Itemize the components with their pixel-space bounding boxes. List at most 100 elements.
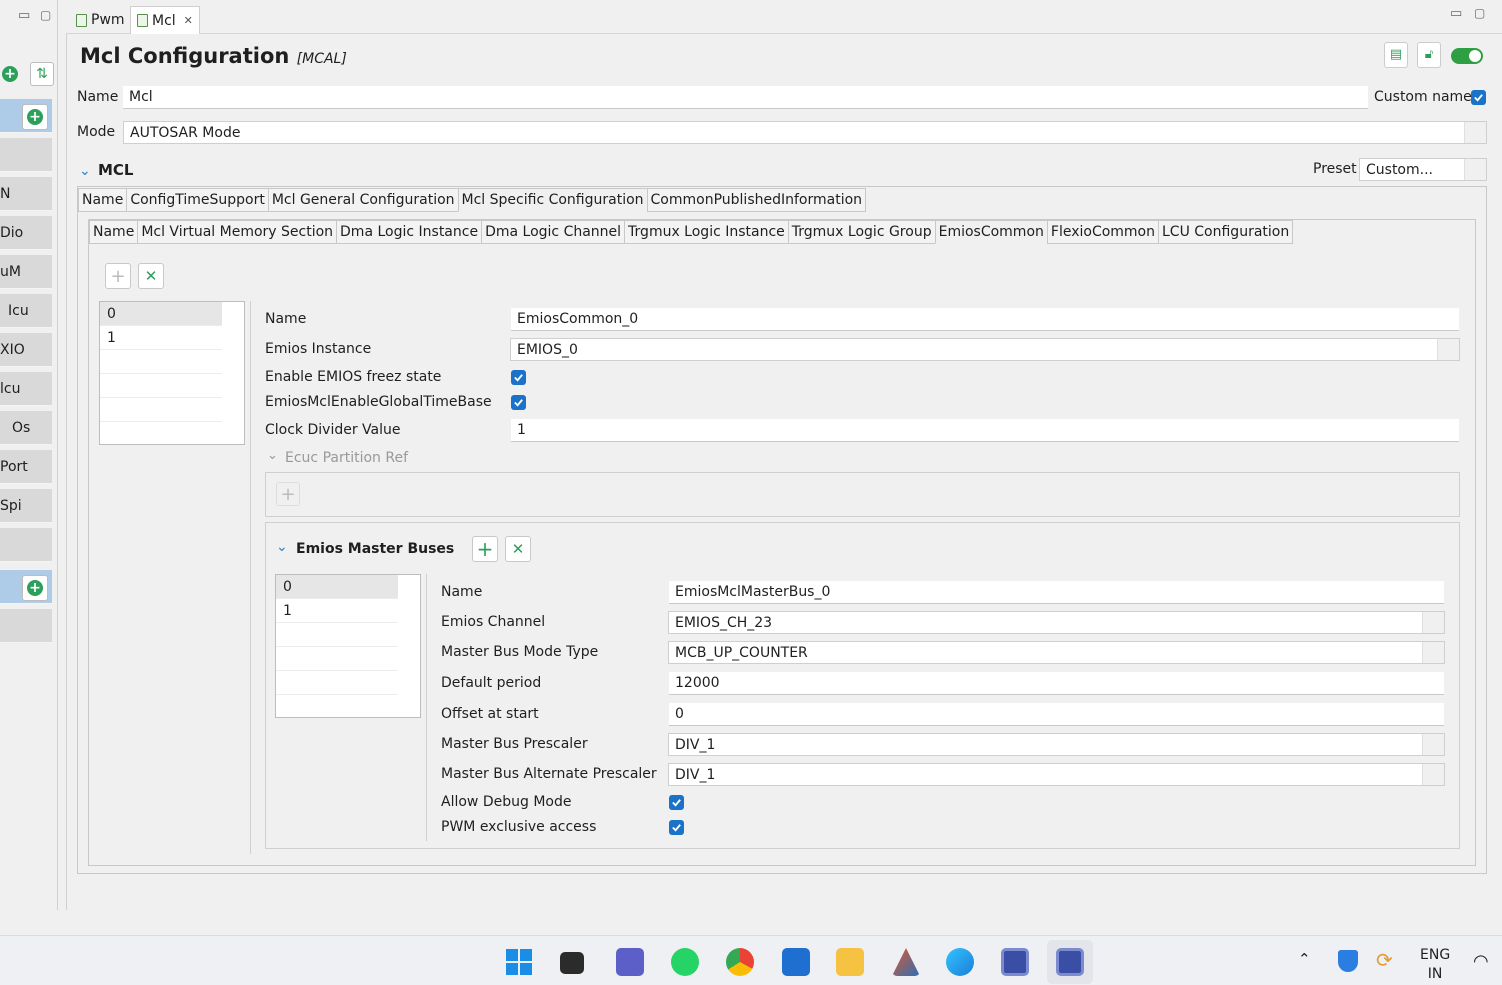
tab-trgmux-logic-group[interactable]: Trgmux Logic Group: [787, 220, 935, 244]
dropdown-icon[interactable]: [1422, 734, 1444, 755]
list-item: [276, 647, 398, 671]
tab-common-published-information[interactable]: CommonPublishedInformation: [646, 188, 867, 212]
maximize-icon[interactable]: ▢: [1474, 6, 1485, 20]
dropdown-icon[interactable]: [1422, 764, 1444, 785]
language-indicator[interactable]: ENG IN: [1420, 946, 1450, 984]
security-shield-icon[interactable]: [1338, 950, 1358, 972]
left-nav-item-xio[interactable]: XIO: [0, 333, 52, 367]
close-icon[interactable]: ✕: [184, 8, 193, 34]
tab-dma-logic-channel[interactable]: Dma Logic Channel: [481, 220, 625, 244]
delete-icon[interactable]: ✕: [505, 536, 531, 562]
list-item[interactable]: 1: [276, 599, 398, 623]
left-nav-item-um[interactable]: uM: [0, 255, 52, 289]
left-nav-item-lcu[interactable]: lcu: [0, 372, 52, 406]
mode-select[interactable]: AUTOSAR Mode: [123, 121, 1487, 144]
emios-channel-select[interactable]: EMIOS_CH_23: [668, 611, 1445, 634]
offset-field[interactable]: 0: [669, 703, 1444, 726]
tab-name[interactable]: Name: [78, 188, 127, 212]
tab-flexio-common[interactable]: FlexioCommon: [1046, 220, 1158, 244]
minimize-icon[interactable]: ▭: [18, 8, 30, 23]
prescaler-select[interactable]: DIV_1: [668, 733, 1445, 756]
bus-mode-select[interactable]: MCB_UP_COUNTER: [668, 641, 1445, 664]
edge-icon[interactable]: [946, 948, 974, 976]
list-item[interactable]: 1: [100, 326, 222, 350]
file-icon: [76, 13, 87, 27]
windows-start-icon[interactable]: [505, 948, 533, 976]
tab-mcl-virtual-memory-section[interactable]: Mcl Virtual Memory Section: [137, 220, 337, 244]
tab-mcl-general-configuration[interactable]: Mcl General Configuration: [267, 188, 458, 212]
tab-config-time-support[interactable]: ConfigTimeSupport: [126, 188, 268, 212]
list-item[interactable]: 0: [276, 575, 398, 599]
chevron-down-icon[interactable]: ⌄: [79, 163, 91, 179]
dropdown-icon[interactable]: [1464, 122, 1486, 143]
add-module-button[interactable]: +: [22, 575, 48, 601]
emios-name-field[interactable]: EmiosCommon_0: [511, 308, 1459, 331]
tab-pwm[interactable]: Pwm: [70, 6, 131, 34]
tab-lcu-configuration[interactable]: LCU Configuration: [1158, 220, 1294, 244]
store-icon[interactable]: [782, 948, 810, 976]
preset-select[interactable]: Custom...: [1359, 158, 1487, 181]
task-view-icon[interactable]: [560, 952, 584, 974]
bus-name-field[interactable]: EmiosMclMasterBus_0: [669, 581, 1444, 604]
document-icon[interactable]: ▤: [1384, 42, 1408, 68]
emios-instance-label: Emios Instance: [265, 341, 372, 357]
sync-icon[interactable]: ⟳: [1376, 948, 1393, 972]
debug-mode-checkbox[interactable]: [669, 795, 684, 810]
left-nav-item-n[interactable]: N: [0, 177, 52, 211]
tab-emios-common[interactable]: EmiosCommon: [934, 220, 1047, 244]
tab-mcl[interactable]: Mcl ✕: [130, 6, 200, 34]
unlock-icon[interactable]: 🔓︎: [1417, 42, 1441, 68]
minimize-icon[interactable]: ▭: [1450, 6, 1462, 21]
enable-toggle[interactable]: [1451, 48, 1483, 64]
clock-divider-field[interactable]: 1: [511, 419, 1459, 442]
tab-trgmux-logic-instance[interactable]: Trgmux Logic Instance: [624, 220, 788, 244]
emios-instance-select[interactable]: EMIOS_0: [510, 338, 1460, 361]
list-item[interactable]: 0: [100, 302, 222, 326]
dropdown-icon[interactable]: [1422, 642, 1444, 663]
wifi-icon[interactable]: ◠: [1473, 951, 1489, 972]
default-period-field[interactable]: 12000: [669, 672, 1444, 695]
emios-common-list: 0 1: [99, 301, 245, 445]
offset-label: Offset at start: [441, 706, 539, 722]
dropdown-icon[interactable]: [1437, 339, 1459, 360]
whatsapp-icon[interactable]: [671, 948, 699, 976]
add-module-button[interactable]: +: [22, 104, 48, 130]
add-icon[interactable]: +: [276, 482, 300, 506]
chip-tool-icon[interactable]: [1056, 948, 1084, 976]
alt-prescaler-select[interactable]: DIV_1: [668, 763, 1445, 786]
sort-icon[interactable]: ⇅: [30, 62, 54, 86]
left-nav-item-port[interactable]: Port: [0, 450, 52, 484]
maximize-icon[interactable]: ▢: [40, 8, 51, 22]
dropdown-icon[interactable]: [1422, 612, 1444, 633]
left-nav-item[interactable]: [0, 528, 52, 562]
chrome-icon[interactable]: [726, 948, 754, 976]
name-field[interactable]: Mcl: [123, 86, 1368, 109]
left-nav-item-os[interactable]: Os: [0, 411, 52, 445]
delete-icon[interactable]: ✕: [138, 263, 164, 289]
left-nav-item-icu[interactable]: Icu: [0, 294, 52, 328]
tab-dma-logic-instance[interactable]: Dma Logic Instance: [336, 220, 482, 244]
left-nav-item[interactable]: [0, 138, 52, 172]
add-icon[interactable]: +: [472, 536, 498, 562]
dropdown-icon[interactable]: [1464, 159, 1486, 180]
pwm-exclusive-checkbox[interactable]: [669, 820, 684, 835]
tab-mcl-specific-configuration[interactable]: Mcl Specific Configuration: [457, 188, 647, 212]
file-explorer-icon[interactable]: [836, 948, 864, 976]
global-timebase-checkbox[interactable]: [511, 395, 526, 410]
teams-icon[interactable]: [616, 948, 644, 976]
freeze-state-checkbox[interactable]: [511, 370, 526, 385]
editor-tab-bar: Pwm Mcl ✕ ▭ ▢: [66, 0, 1502, 34]
bus-name-label: Name: [441, 584, 483, 600]
add-icon[interactable]: +: [105, 263, 131, 289]
chevron-down-icon[interactable]: ⌄: [267, 448, 278, 463]
add-component-icon[interactable]: +: [2, 66, 18, 82]
left-nav-item-spi[interactable]: Spi: [0, 489, 52, 523]
chevron-down-icon[interactable]: ⌄: [276, 539, 288, 555]
chevron-up-icon[interactable]: ⌃: [1298, 950, 1311, 968]
custom-name-checkbox[interactable]: [1471, 90, 1486, 105]
chip-tool-icon[interactable]: [1001, 948, 1029, 976]
left-nav-item-dio[interactable]: Dio: [0, 216, 52, 250]
left-nav-item[interactable]: [0, 609, 52, 643]
matlab-icon[interactable]: [892, 948, 920, 976]
tab-name[interactable]: Name: [89, 220, 138, 244]
